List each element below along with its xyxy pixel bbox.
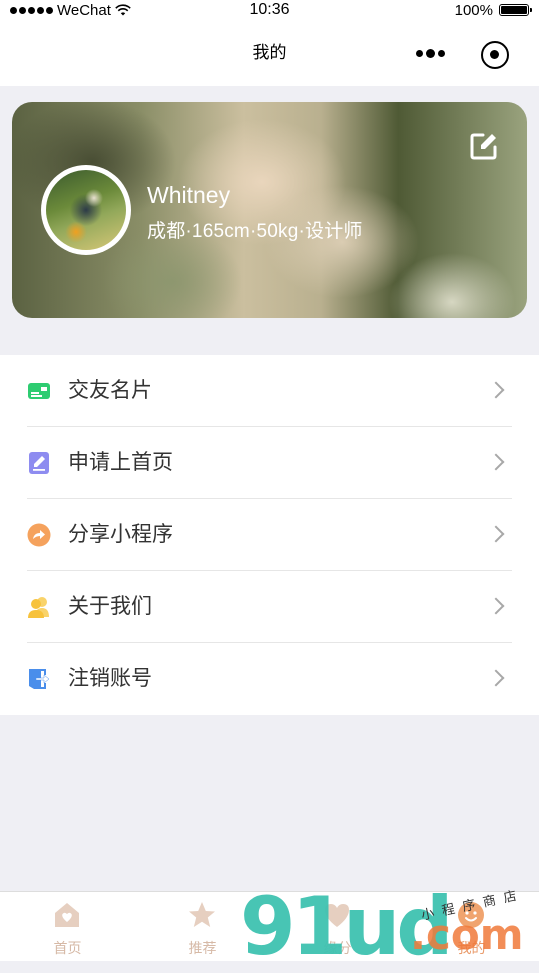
status-bar: WeChat 10:36 100% [0, 0, 539, 20]
navigation-bar: 我的 [0, 20, 539, 86]
id-card-icon [28, 383, 50, 399]
edit-profile-icon[interactable] [470, 132, 498, 160]
tab-label: 缘分 [323, 940, 352, 956]
menu-item-share[interactable]: 分享小程序 [0, 499, 539, 571]
users-icon [28, 597, 49, 618]
profile-card: Whitney 成都·165cm·50kg·设计师 [12, 102, 527, 318]
tab-label: 首页 [53, 940, 82, 956]
tab-label: 我的 [457, 940, 486, 956]
page-title: 我的 [252, 43, 287, 62]
menu-item-label: 交友名片 [68, 379, 152, 402]
tab-mine[interactable]: 我的 [404, 892, 539, 961]
heart-icon [325, 904, 349, 927]
chevron-right-icon [487, 597, 505, 615]
tab-recommend[interactable]: 推荐 [135, 892, 270, 961]
star-icon [189, 902, 215, 927]
tab-fate[interactable]: 缘分 [270, 892, 405, 961]
edit-note-icon [29, 452, 49, 474]
menu-item-label: 分享小程序 [68, 523, 173, 546]
user-icon [458, 902, 484, 928]
share-icon [27, 523, 51, 547]
menu-item-deactivate[interactable]: 注销账号 [0, 643, 539, 715]
menu-item-dating-card[interactable]: 交友名片 [0, 355, 539, 427]
profile-info: 成都·165cm·50kg·设计师 [147, 221, 363, 242]
menu-item-label: 注销账号 [68, 667, 152, 690]
logout-icon [29, 669, 50, 689]
more-options-icon[interactable] [416, 49, 445, 58]
menu-item-label: 申请上首页 [68, 451, 173, 474]
tab-label: 推荐 [188, 940, 217, 956]
chevron-right-icon [487, 453, 505, 471]
status-right: 100% [454, 0, 532, 20]
avatar[interactable] [41, 165, 131, 255]
chevron-right-icon [487, 381, 505, 399]
settings-menu: 交友名片 申请上首页 分享小程序 关于我们 注销账号 [0, 355, 539, 715]
close-miniprogram-icon[interactable] [481, 41, 509, 69]
chevron-right-icon [487, 525, 505, 543]
menu-item-apply-homepage[interactable]: 申请上首页 [0, 427, 539, 499]
profile-name: Whitney [147, 182, 231, 208]
avatar-image [46, 170, 126, 250]
battery-percent: 100% [454, 1, 493, 19]
menu-item-about[interactable]: 关于我们 [0, 571, 539, 643]
menu-item-label: 关于我们 [68, 595, 152, 618]
chevron-right-icon [487, 669, 505, 687]
bottom-tab-bar: 首页 推荐 缘分 我的 [0, 891, 539, 961]
battery-icon [499, 4, 532, 16]
tab-home[interactable]: 首页 [0, 892, 135, 961]
home-icon [55, 903, 79, 927]
